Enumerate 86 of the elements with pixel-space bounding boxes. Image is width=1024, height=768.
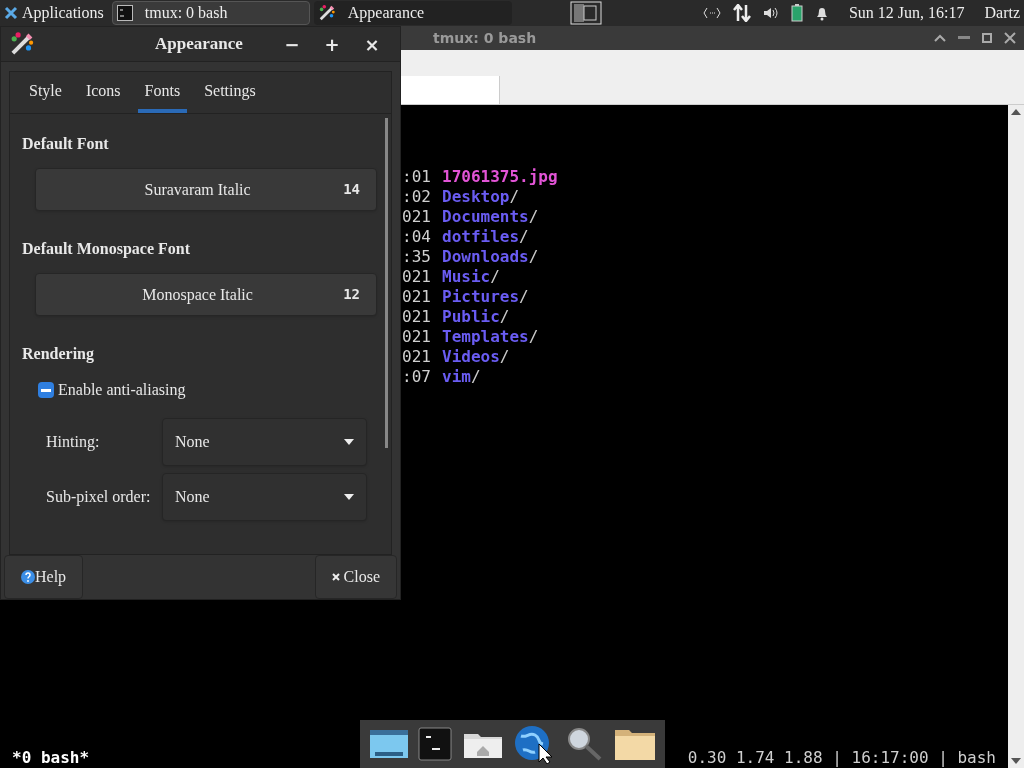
workspace-switcher-icon[interactable] [569, 1, 602, 25]
paint-wand-icon [9, 31, 35, 57]
chevron-up-icon[interactable] [934, 34, 946, 42]
path-slash: / [528, 247, 539, 267]
path-slash: / [490, 267, 500, 287]
tab[interactable]: Icons [78, 72, 128, 113]
clock[interactable]: Sun 12 Jun, 16:17 [848, 1, 965, 25]
file-time: :35 [402, 247, 432, 267]
help-icon [21, 570, 35, 584]
file-time: :07 [402, 367, 432, 387]
dropdown[interactable]: None [162, 418, 367, 466]
file-name: Public [442, 307, 500, 327]
terminal-icon [116, 5, 133, 21]
battery-icon[interactable] [790, 4, 803, 22]
file-name: Videos [442, 347, 500, 367]
checkbox[interactable] [38, 382, 54, 398]
minimize-icon[interactable] [958, 36, 970, 40]
x-logo-icon [4, 6, 18, 20]
dropdown[interactable]: None [162, 473, 367, 521]
transfer-arrows-icon[interactable] [732, 4, 751, 22]
close-button[interactable]: Close [314, 555, 397, 599]
file-name: 17061375.jpg [442, 167, 558, 187]
scroll-up-icon[interactable] [1011, 109, 1021, 115]
scrollbar[interactable] [1008, 105, 1024, 768]
path-slash: / [509, 187, 520, 207]
taskbar-item[interactable]: Appearance [313, 1, 512, 25]
close-icon[interactable] [1004, 32, 1016, 44]
font-chooser-button[interactable]: Monospace Italic 12 [35, 273, 377, 316]
close-icon [331, 573, 340, 581]
paint-wand-icon [317, 4, 336, 22]
maximize-icon[interactable] [982, 33, 992, 43]
path-slash: / [499, 347, 510, 367]
select-label: Hinting: [45, 432, 101, 453]
file-time: 021 [402, 307, 432, 327]
folder-icon[interactable] [614, 727, 657, 761]
window-control[interactable]: − [272, 30, 312, 58]
path-slash: / [470, 367, 481, 387]
file-name: Downloads [442, 247, 529, 267]
file-name: Templates [442, 327, 529, 347]
tmux-window-label: *0 bash* [12, 748, 90, 768]
file-time: 021 [402, 207, 432, 227]
file-name: Music [442, 267, 491, 287]
path-slash: / [528, 327, 539, 347]
user-name[interactable]: Dartz [984, 1, 1020, 25]
file-name: Desktop [442, 187, 510, 207]
bell-icon[interactable] [814, 5, 829, 21]
file-name: Pictures [442, 287, 520, 307]
section-heading: Default Font [22, 134, 110, 154]
scrollbar-thumb[interactable] [385, 118, 388, 448]
tab[interactable]: Settings [197, 72, 263, 113]
file-time: :01 [402, 167, 432, 187]
path-slash: / [528, 207, 539, 227]
tab[interactable]: Style [22, 72, 69, 113]
path-slash: / [519, 287, 529, 307]
file-time: 021 [402, 267, 432, 287]
taskbar-item[interactable]: tmux: 0 bash [111, 1, 310, 25]
window-control[interactable]: + [312, 30, 352, 58]
file-time: 021 [402, 287, 432, 307]
help-button[interactable]: Help [4, 555, 84, 599]
select-label: Sub-pixel order: [45, 487, 152, 508]
file-name: Documents [442, 207, 529, 227]
path-slash: / [519, 227, 529, 247]
dropdown-arrow-icon [344, 494, 354, 500]
file-time: :02 [402, 187, 432, 207]
terminal-icon[interactable] [418, 727, 453, 761]
file-time: 021 [402, 327, 432, 347]
file-name: vim [442, 367, 471, 387]
font-chooser-button[interactable]: Suravaram Italic 14 [35, 168, 377, 211]
tmux-status-info: 0.30 1.74 1.88 | 16:17:00 | bash [687, 748, 996, 768]
file-time: :04 [402, 227, 432, 247]
window-title: tmux: 0 bash [433, 28, 537, 48]
applications-menu[interactable]: Applications [0, 0, 108, 26]
path-slash: / [499, 307, 510, 327]
dialog-title: Appearance [155, 33, 243, 56]
section-heading: Rendering [22, 344, 95, 365]
window-control[interactable]: × [352, 30, 392, 58]
volume-icon[interactable] [762, 6, 779, 20]
tab[interactable]: Fonts [137, 72, 188, 113]
dropdown-arrow-icon [344, 439, 354, 445]
network-icon[interactable] [702, 7, 721, 19]
file-name: dotfiles [442, 227, 520, 247]
desktop-icon[interactable] [368, 728, 409, 760]
section-heading: Default Monospace Font [22, 239, 191, 260]
scroll-down-icon[interactable] [1011, 758, 1021, 764]
checkbox-label[interactable]: Enable anti-aliasing [58, 378, 186, 402]
file-time: 021 [402, 347, 432, 367]
